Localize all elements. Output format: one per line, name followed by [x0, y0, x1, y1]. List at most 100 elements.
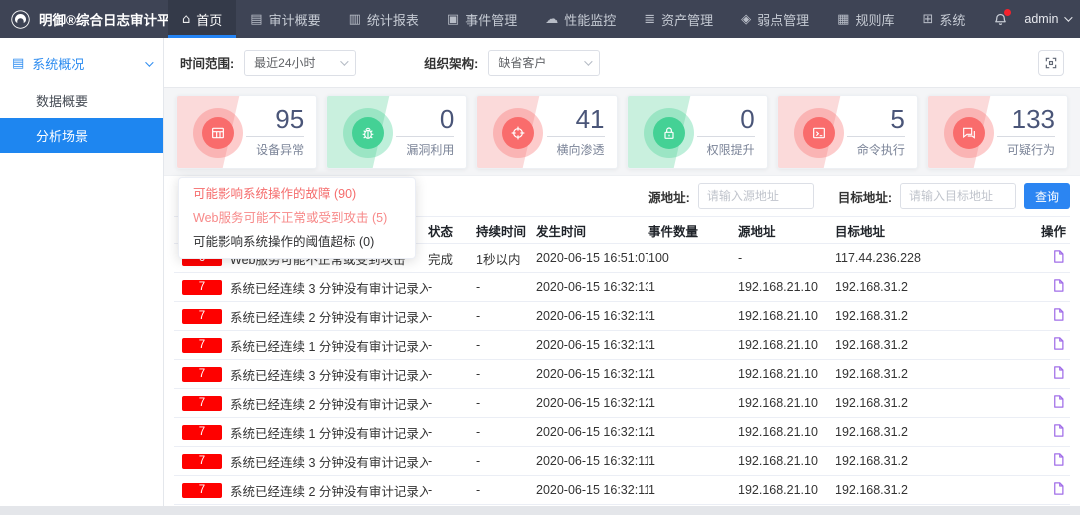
main-nav: ⌂首页▤审计概要▥统计报表▣事件管理☁性能监控≣资产管理◈弱点管理 ▦ 规则库 ⊞系统 — [168, 0, 979, 38]
sidebar-group-system-overview[interactable]: ▤ 系统概况 — [0, 44, 163, 83]
column-header: 源地址 — [738, 221, 835, 240]
query-button[interactable]: 查询 — [1024, 183, 1070, 209]
filter-bar: 时间范围: 最近24小时 组织架构: 缺省客户 — [164, 38, 1080, 88]
main-content: 时间范围: 最近24小时 组织架构: 缺省客户 95设备异常 0漏洞利用41横向渗… — [164, 38, 1080, 515]
source-address: 192.168.21.10 — [738, 338, 835, 352]
stat-card-2[interactable]: 41横向渗透 — [476, 95, 617, 169]
detail-document-icon[interactable] — [1051, 307, 1066, 322]
duration: - — [476, 483, 536, 497]
nav-item-asset-mgmt[interactable]: ≣资产管理 — [630, 0, 727, 38]
stat-value: 5 — [847, 104, 905, 134]
table-row: 7系统已经连续 2 分钟没有审计记录入库--2020-06-15 16:32:1… — [174, 302, 1070, 331]
source-address-input[interactable] — [698, 183, 814, 209]
org-select[interactable]: 缺省客户 — [488, 50, 600, 76]
alarm-name: 系统已经连续 3 分钟没有审计记录入库 — [230, 365, 428, 384]
nav-item-audit-overview[interactable]: ▤审计概要 — [236, 0, 334, 38]
target-address-input[interactable] — [900, 183, 1016, 209]
status: - — [428, 454, 476, 468]
asset-icon: ≣ — [644, 12, 655, 27]
rule-icon: ▦ — [837, 12, 849, 27]
stat-card-1[interactable]: 0漏洞利用 — [326, 95, 467, 169]
icon-halo — [944, 108, 994, 158]
target-address-label: 目标地址: — [838, 187, 892, 206]
source-address: 192.168.21.10 — [738, 483, 835, 497]
nav-item-event-mgmt[interactable]: ▣事件管理 — [433, 0, 531, 38]
detail-document-icon[interactable] — [1051, 394, 1066, 409]
nav-item-home[interactable]: ⌂首页 — [168, 0, 236, 38]
alarm-dropdown-item[interactable]: 可能影响系统操作的阈值超标 (0) — [179, 230, 415, 254]
horizontal-scrollbar[interactable] — [0, 506, 1080, 515]
detail-document-icon[interactable] — [1051, 452, 1066, 467]
column-header: 状态 — [428, 221, 476, 240]
detail-document-icon[interactable] — [1051, 336, 1066, 351]
notification-bell-icon[interactable] — [993, 12, 1008, 27]
nav-item-label: 规则库 — [855, 10, 894, 29]
alarm-table: 状态持续时间发生时间事件数量源地址目标地址操作6Web服务可能不正常或受到攻击完… — [164, 216, 1080, 505]
alarm-name: 系统已经连续 1 分钟没有审计记录入库 — [230, 423, 428, 442]
target-address: 192.168.31.2 — [835, 309, 1029, 323]
occur-time: 2020-06-15 16:32:13 — [536, 280, 648, 294]
nav-item-rule-lib[interactable]: ▦ 规则库 — [823, 0, 908, 38]
nav-item-stats-report[interactable]: ▥统计报表 — [335, 0, 433, 38]
target-address: 192.168.31.2 — [835, 280, 1029, 294]
nav-item-label: 弱点管理 — [757, 10, 809, 29]
level-badge: 7 — [182, 280, 222, 295]
alarm-name: 系统已经连续 2 分钟没有审计记录入库 — [230, 394, 428, 413]
column-header: 持续时间 — [476, 221, 536, 240]
stat-value: 0 — [396, 104, 454, 134]
menu-book-icon: ▤ — [12, 56, 24, 71]
brand-logo-icon — [10, 9, 31, 30]
detail-document-icon[interactable] — [1051, 365, 1066, 380]
level-badge: 7 — [182, 309, 222, 324]
sidebar-group-label: 系统概况 — [32, 54, 84, 73]
user-menu[interactable]: admin — [1024, 12, 1070, 26]
target-address: 117.44.236.228 — [835, 251, 1029, 265]
stat-card-4[interactable]: 5命令执行 — [777, 95, 918, 169]
fullscreen-button[interactable] — [1038, 50, 1064, 76]
source-address: 192.168.21.10 — [738, 425, 835, 439]
event-count: 1 — [648, 309, 738, 323]
nav-item-perf-monitor[interactable]: ☁性能监控 — [531, 0, 630, 38]
target-address: 192.168.31.2 — [835, 396, 1029, 410]
divider — [396, 136, 454, 137]
nav-item-system[interactable]: ⊞系统 — [908, 0, 979, 38]
alarm-name: 系统已经连续 3 分钟没有审计记录入库 — [230, 278, 428, 297]
alarm-dropdown-item[interactable]: Web服务可能不正常或受到攻击 (5) — [179, 206, 415, 230]
sidebar-item-data-summary[interactable]: 数据概要 — [0, 83, 163, 118]
level-badge: 7 — [182, 483, 222, 498]
sidebar-item-analysis-scene[interactable]: 分析场景 — [0, 118, 163, 153]
target-address: 192.168.31.2 — [835, 425, 1029, 439]
chart-icon: ▥ — [349, 12, 361, 27]
occur-time: 2020-06-15 16:32:12 — [536, 396, 648, 410]
stat-label: 可疑行为 — [997, 141, 1055, 158]
detail-document-icon[interactable] — [1051, 278, 1066, 293]
status: - — [428, 338, 476, 352]
username: admin — [1024, 12, 1058, 26]
chevron-down-icon — [145, 58, 153, 66]
source-address: 192.168.21.10 — [738, 280, 835, 294]
event-icon: ▣ — [447, 12, 459, 27]
detail-document-icon[interactable] — [1051, 423, 1066, 438]
occur-time: 2020-06-15 16:32:12 — [536, 425, 648, 439]
detail-document-icon[interactable] — [1051, 249, 1066, 264]
stat-card-3[interactable]: 0权限提升 — [627, 95, 768, 169]
occur-time: 2020-06-15 16:51:07 — [536, 251, 648, 265]
alarm-name: 系统已经连续 2 分钟没有审计记录入库 — [230, 307, 428, 326]
stat-card-0[interactable]: 95设备异常 — [176, 95, 317, 169]
nav-item-weakness-mgmt[interactable]: ◈弱点管理 — [727, 0, 823, 38]
duration: 1秒以内 — [476, 249, 536, 268]
sidebar: ▤ 系统概况 数据概要分析场景 — [0, 38, 164, 515]
source-address: 192.168.21.10 — [738, 396, 835, 410]
detail-document-icon[interactable] — [1051, 481, 1066, 496]
stat-card-5[interactable]: 133 可疑行为 — [927, 95, 1068, 169]
stat-value: 133 — [997, 104, 1055, 134]
divider — [547, 136, 605, 137]
card-right: 95设备异常 — [246, 104, 304, 158]
duration: - — [476, 338, 536, 352]
time-range-select[interactable]: 最近24小时 — [244, 50, 356, 76]
status: - — [428, 367, 476, 381]
alarm-dropdown-item[interactable]: 可能影响系统操作的故障 (90) — [179, 182, 415, 206]
duration: - — [476, 280, 536, 294]
target-address: 192.168.31.2 — [835, 367, 1029, 381]
source-address: 192.168.21.10 — [738, 454, 835, 468]
